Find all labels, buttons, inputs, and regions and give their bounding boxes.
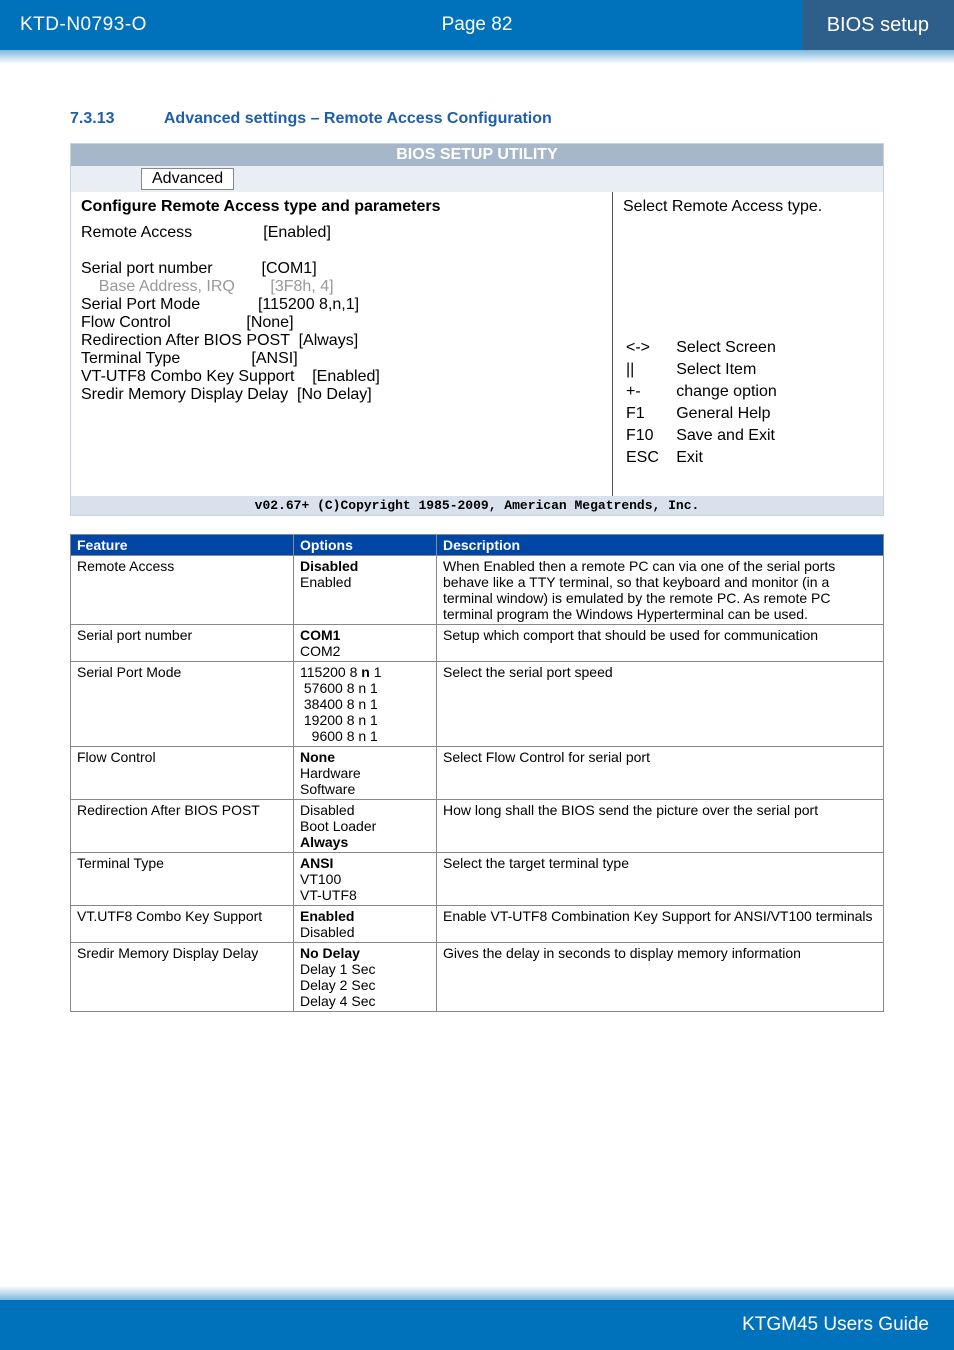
bios-key-desc: Select Screen [675, 338, 778, 358]
cell-description: Select the target terminal type [437, 853, 884, 906]
footer-bar: KTGM45 Users Guide [0, 1300, 954, 1350]
table-row: VT.UTF8 Combo Key SupportEnabledDisabled… [71, 906, 884, 943]
table-row: Flow ControlNoneHardwareSoftwareSelect F… [71, 747, 884, 800]
cell-options: DisabledEnabled [294, 556, 437, 625]
bios-setting-row: Sredir Memory Display Delay [No Delay] [81, 386, 602, 404]
bios-config-header: Configure Remote Access type and paramet… [81, 198, 602, 216]
bios-setting-row: Remote Access [Enabled] [81, 224, 602, 242]
bios-setting-row: Redirection After BIOS POST [Always] [81, 332, 602, 350]
cell-feature: Redirection After BIOS POST [71, 800, 294, 853]
bios-key: F1 [625, 404, 673, 424]
bios-tab-row: Advanced [71, 166, 883, 192]
table-row: Sredir Memory Display DelayNo DelayDelay… [71, 943, 884, 1012]
cell-options: COM1COM2 [294, 625, 437, 662]
bios-main-area: Configure Remote Access type and paramet… [71, 192, 883, 496]
footer-guide-name: KTGM45 Users Guide [742, 1314, 929, 1336]
bios-key: || [625, 360, 673, 380]
bios-key-legend: <-> Select Screen|| Select Item+- change… [623, 336, 780, 470]
bios-key-desc: change option [675, 382, 778, 402]
cell-feature: Serial Port Mode [71, 662, 294, 747]
table-row: Terminal TypeANSIVT100VT-UTF8Select the … [71, 853, 884, 906]
table-row: Serial port numberCOM1COM2Setup which co… [71, 625, 884, 662]
cell-options: DisabledBoot LoaderAlways [294, 800, 437, 853]
cell-options: 115200 8 n 1 57600 8 n 1 38400 8 n 1 192… [294, 662, 437, 747]
bios-key-desc: General Help [675, 404, 778, 424]
cell-options: No DelayDelay 1 SecDelay 2 SecDelay 4 Se… [294, 943, 437, 1012]
table-row: Remote AccessDisabledEnabledWhen Enabled… [71, 556, 884, 625]
heading-title: Advanced settings – Remote Access Config… [164, 110, 552, 127]
cell-feature: Serial port number [71, 625, 294, 662]
cell-description: Select Flow Control for serial port [437, 747, 884, 800]
document-page: KTD-N0793-O Page 82 BIOS setup 7.3.13 Ad… [0, 0, 954, 1350]
bios-setting-row [81, 242, 602, 260]
bios-setting-row: Serial port number [COM1] [81, 260, 602, 278]
table-row: Serial Port Mode115200 8 n 1 57600 8 n 1… [71, 662, 884, 747]
col-description: Description [437, 535, 884, 556]
bios-key-row: || Select Item [625, 360, 778, 380]
cell-feature: Flow Control [71, 747, 294, 800]
section-heading: 7.3.13 Advanced settings – Remote Access… [70, 110, 884, 128]
bios-key: +- [625, 382, 673, 402]
bios-key-row: ESC Exit [625, 448, 778, 468]
cell-description: Gives the delay in seconds to display me… [437, 943, 884, 1012]
options-table: Feature Options Description Remote Acces… [70, 534, 884, 1012]
bios-setting-row: Serial Port Mode [115200 8,n,1] [81, 296, 602, 314]
bios-key: F10 [625, 426, 673, 446]
page-number: Page 82 [442, 14, 513, 36]
header-bar: KTD-N0793-O Page 82 BIOS setup [0, 0, 954, 50]
bios-key-row: +- change option [625, 382, 778, 402]
cell-feature: Sredir Memory Display Delay [71, 943, 294, 1012]
bios-key-desc: Save and Exit [675, 426, 778, 446]
bios-key-desc: Select Item [675, 360, 778, 380]
bios-key-row: <-> Select Screen [625, 338, 778, 358]
cell-feature: Remote Access [71, 556, 294, 625]
bios-copyright: v02.67+ (C)Copyright 1985-2009, American… [71, 496, 883, 515]
cell-options: ANSIVT100VT-UTF8 [294, 853, 437, 906]
bios-title-bar: BIOS SETUP UTILITY [71, 144, 883, 166]
table-header-row: Feature Options Description [71, 535, 884, 556]
footer-shadow [0, 1286, 954, 1300]
cell-description: Enable VT-UTF8 Combination Key Support f… [437, 906, 884, 943]
cell-description: Select the serial port speed [437, 662, 884, 747]
cell-description: Setup which comport that should be used … [437, 625, 884, 662]
bios-setting-row: VT-UTF8 Combo Key Support [Enabled] [81, 368, 602, 386]
bios-key: <-> [625, 338, 673, 358]
table-row: Redirection After BIOS POSTDisabledBoot … [71, 800, 884, 853]
col-feature: Feature [71, 535, 294, 556]
bios-help-text: Select Remote Access type. [623, 198, 873, 216]
page-content: 7.3.13 Advanced settings – Remote Access… [0, 110, 954, 1012]
heading-number: 7.3.13 [70, 110, 160, 128]
cell-description: How long shall the BIOS send the picture… [437, 800, 884, 853]
bios-help-pane: Select Remote Access type. <-> Select Sc… [612, 192, 883, 496]
cell-options: NoneHardwareSoftware [294, 747, 437, 800]
bios-active-tab: Advanced [141, 168, 234, 190]
col-options: Options [294, 535, 437, 556]
bios-key-row: F10 Save and Exit [625, 426, 778, 446]
bios-key-row: F1 General Help [625, 404, 778, 424]
cell-options: EnabledDisabled [294, 906, 437, 943]
cell-feature: Terminal Type [71, 853, 294, 906]
bios-setting-row: Flow Control [None] [81, 314, 602, 332]
cell-feature: VT.UTF8 Combo Key Support [71, 906, 294, 943]
bios-key-desc: Exit [675, 448, 778, 468]
bios-setting-row: Base Address, IRQ [3F8h, 4] [81, 278, 602, 296]
section-flag: BIOS setup [802, 0, 954, 50]
bios-settings-pane: Configure Remote Access type and paramet… [71, 192, 612, 496]
bios-key: ESC [625, 448, 673, 468]
document-id: KTD-N0793-O [20, 14, 147, 36]
cell-description: When Enabled then a remote PC can via on… [437, 556, 884, 625]
bios-screenshot: BIOS SETUP UTILITY Advanced Configure Re… [70, 143, 884, 516]
bios-setting-row: Terminal Type [ANSI] [81, 350, 602, 368]
header-shadow [0, 50, 954, 64]
